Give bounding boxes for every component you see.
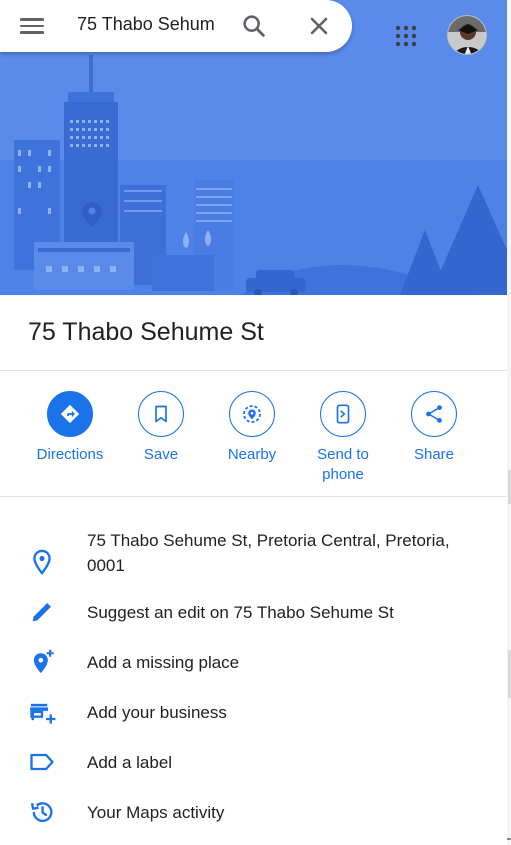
add-business-row[interactable]: Add your business (0, 698, 507, 744)
add-missing-place-row[interactable]: Add a missing place (0, 648, 507, 694)
add-label-row[interactable]: Add a label (0, 748, 507, 794)
save-label: Save (143, 446, 179, 463)
nearby-label: Nearby (227, 446, 277, 463)
place-title: 75 Thabo Sehume St (28, 318, 264, 346)
address-row[interactable]: 75 Thabo Sehume St, Pretoria Central, Pr… (0, 526, 507, 586)
avatar[interactable] (447, 15, 487, 55)
send-to-phone-icon (320, 391, 366, 437)
directions-label: Directions (36, 446, 104, 463)
add-label-text: Add a label (87, 753, 173, 772)
location-pin-icon (28, 548, 56, 576)
close-icon[interactable] (305, 12, 333, 40)
send-to-phone-label: Send to phone (317, 446, 369, 483)
search-input[interactable]: 75 Thabo Sehum (77, 13, 227, 35)
suggest-edit-text: Suggest an edit on 75 Thabo Sehume St (87, 603, 394, 622)
maps-activity-text: Your Maps activity (87, 803, 225, 822)
maps-activity-row[interactable]: Your Maps activity (0, 798, 507, 844)
send-to-phone-button[interactable]: Send to phone (298, 391, 388, 485)
add-missing-place-text: Add a missing place (87, 653, 240, 672)
add-business-text: Add your business (87, 703, 227, 722)
add-location-icon (28, 648, 56, 676)
divider (0, 496, 507, 497)
pencil-icon (28, 598, 56, 626)
nearby-icon (229, 391, 275, 437)
address-text: 75 Thabo Sehume St, Pretoria Central, Pr… (87, 531, 450, 575)
share-button[interactable]: Share (389, 391, 479, 465)
apps-grid-icon[interactable] (394, 24, 418, 48)
bookmark-icon (138, 391, 184, 437)
nearby-button[interactable]: Nearby (207, 391, 297, 465)
add-business-icon (28, 698, 56, 726)
label-icon (28, 748, 56, 776)
save-button[interactable]: Save (116, 391, 206, 465)
history-icon (28, 798, 56, 826)
directions-button[interactable]: Directions (25, 391, 115, 465)
map-edge (507, 0, 511, 845)
search-icon[interactable] (240, 12, 268, 40)
share-label: Share (413, 446, 455, 463)
action-buttons: Directions Save Nearby Send to phone Sha… (0, 371, 507, 496)
directions-icon (47, 391, 93, 437)
suggest-edit-row[interactable]: Suggest an edit on 75 Thabo Sehume St (0, 598, 507, 644)
share-icon (411, 391, 457, 437)
search-bar: 75 Thabo Sehum (0, 0, 352, 52)
menu-icon[interactable] (18, 14, 46, 38)
